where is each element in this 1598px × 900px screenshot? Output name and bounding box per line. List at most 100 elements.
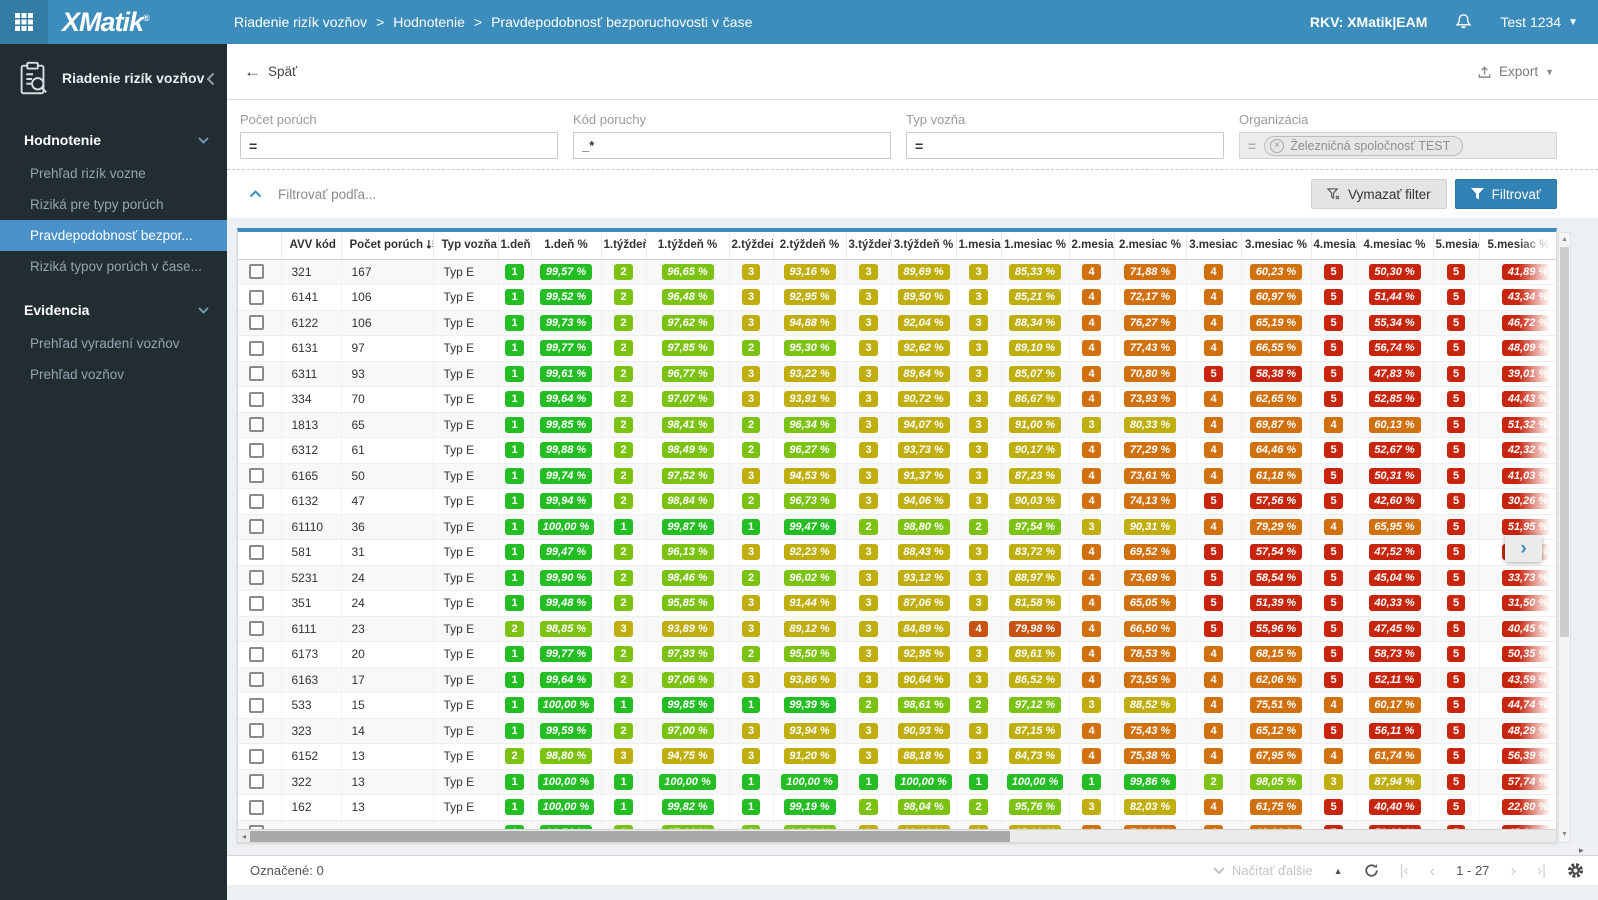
table-row[interactable]: 351 24 Typ E 1 99,48 % 2 95,85 % 3 91,44 % 3 87,06… (238, 590, 1556, 617)
table-row[interactable]: 6173 20 Typ E 1 99,77 % 2 97,93 % 2 95,50 % 3 92,9… (238, 641, 1556, 668)
table-row[interactable]: 5231 24 Typ E 1 99,90 % 2 98,46 % 2 96,02 % 3 93,1… (238, 565, 1556, 591)
column-header[interactable]: 2.týždeň (729, 232, 774, 260)
row-checkbox[interactable] (249, 672, 264, 688)
first-page-button[interactable]: |‹ (1400, 863, 1409, 878)
next-page-button[interactable]: › (1510, 862, 1516, 879)
table-row[interactable]: 581 31 Typ E 1 99,47 % 2 96,13 % 3 92,23 % 3 88,43… (238, 539, 1556, 566)
table-row[interactable]: 6111 23 Typ E 2 98,85 % 3 93,89 % 3 89,12 % 3 84,8… (238, 616, 1556, 642)
settings-gear-icon[interactable] (1567, 862, 1584, 879)
row-checkbox[interactable] (249, 697, 264, 713)
collapse-filters-icon[interactable] (249, 190, 262, 198)
filter-by-label[interactable]: Filtrovať podľa... (278, 187, 376, 202)
column-header[interactable]: 5.mesiac (1433, 232, 1480, 260)
row-checkbox[interactable] (249, 519, 264, 535)
column-header[interactable]: 1.týždeň (601, 232, 647, 260)
filter-input[interactable]: _* (573, 132, 891, 159)
export-button[interactable]: Export ▼ (1477, 64, 1554, 79)
row-checkbox[interactable] (249, 289, 264, 305)
scroll-left-arrow-icon[interactable]: ◂ (238, 830, 250, 842)
row-checkbox[interactable] (249, 391, 264, 407)
filter-input[interactable]: = (240, 132, 558, 159)
refresh-icon[interactable] (1364, 863, 1379, 878)
scroll-columns-right-button[interactable]: › (1505, 535, 1542, 562)
row-checkbox[interactable] (249, 646, 264, 662)
column-header[interactable]: 1.deň % (531, 232, 602, 260)
clear-filter-button[interactable]: Vymazať filter (1311, 179, 1447, 209)
row-checkbox[interactable] (249, 493, 264, 509)
table-row[interactable]: 323 14 Typ E 1 99,59 % 2 97,00 % 3 93,94 % 3 90,93… (238, 718, 1556, 744)
row-checkbox[interactable] (249, 748, 264, 764)
table-row[interactable]: 321 167 Typ E 1 99,57 % 2 96,65 % 3 93,16 % 3 89,6… (238, 259, 1556, 285)
column-header[interactable]: 2.týždeň % (773, 232, 847, 260)
breadcrumb-item[interactable]: Hodnotenie (393, 14, 465, 30)
column-header[interactable]: 2.mesiac (1069, 232, 1115, 260)
row-checkbox[interactable] (249, 417, 264, 433)
column-header[interactable]: 5.mesiac % (1479, 232, 1556, 260)
column-header[interactable]: 3.týždeň % (891, 232, 957, 260)
sidebar-item[interactable]: Prehľad vozňov (0, 359, 227, 390)
row-checkbox[interactable] (249, 366, 264, 382)
sidebar-item[interactable]: Prehľad rizík vozne (0, 158, 227, 189)
vertical-scrollbar[interactable]: ▲ ▼ (1558, 232, 1571, 843)
row-checkbox[interactable] (249, 570, 264, 586)
table-row[interactable]: 334 70 Typ E 1 99,64 % 2 97,07 % 3 93,91 % 3 90,72… (238, 386, 1556, 413)
table-row[interactable]: 6122 106 Typ E 1 99,73 % 2 97,62 % 3 94,88 % 3 92,… (238, 310, 1556, 336)
sidebar-section-header[interactable]: Evidencia (0, 282, 227, 328)
sidebar-item[interactable]: Pravdepodobnosť bezpor... (0, 220, 227, 251)
sidebar-item[interactable]: Riziká typov porúch v čase... (0, 251, 227, 282)
filter-input[interactable]: = (906, 132, 1224, 159)
table-row[interactable]: 6312 61 Typ E 1 99,88 % 2 98,49 % 2 96,27 % 3 93,7… (238, 437, 1556, 464)
apps-grid-icon[interactable] (0, 0, 48, 44)
column-header[interactable]: 1.deň (498, 232, 532, 260)
vertical-scrollbar-thumb[interactable] (1560, 247, 1569, 637)
column-header[interactable]: 3.mesiac % (1241, 232, 1312, 260)
table-row[interactable]: 322 13 Typ E 1 100,00 % 1 100,00 % 1 100,00 % 1 10… (238, 769, 1556, 795)
user-menu[interactable]: Test 1234 ▼ (1500, 14, 1578, 30)
sidebar-section-header[interactable]: Hodnotenie (0, 112, 227, 158)
previous-page-button[interactable]: ‹ (1430, 862, 1436, 879)
column-header[interactable]: 1.mesiac % (1001, 232, 1070, 260)
sidebar-collapse-icon[interactable] (206, 72, 215, 86)
column-header[interactable]: 3.týždeň (846, 232, 892, 260)
row-checkbox[interactable] (249, 774, 264, 790)
row-checkbox[interactable] (249, 315, 264, 331)
remove-chip-icon[interactable]: × (1270, 138, 1285, 153)
breadcrumb-item[interactable]: Riadenie rizík vozňov (234, 14, 367, 30)
column-header[interactable]: AVV kód (281, 232, 342, 260)
collapse-footer-icon[interactable]: ▲ (1334, 866, 1343, 876)
column-header[interactable]: Počet porúch (341, 232, 434, 260)
table-row[interactable]: 6131 97 Typ E 1 99,77 % 2 97,85 % 2 95,30 % 3 92,6… (238, 335, 1556, 362)
column-header[interactable]: 2.mesiac % (1114, 232, 1187, 260)
table-row[interactable]: 6132 47 Typ E 1 99,94 % 2 98,84 % 2 96,73 % 3 94,0… (238, 488, 1556, 515)
app-logo[interactable]: XMatik® (62, 7, 212, 38)
table-row[interactable]: 6152 13 Typ E 2 98,80 % 3 94,75 % 3 91,20 % 3 88,1… (238, 743, 1556, 770)
row-checkbox[interactable] (249, 621, 264, 637)
row-checkbox[interactable] (249, 595, 264, 611)
row-checkbox[interactable] (249, 264, 264, 280)
back-button[interactable]: ← Späť (244, 63, 297, 80)
column-header[interactable]: 1.týždeň % (646, 232, 730, 260)
row-checkbox[interactable] (249, 340, 264, 356)
table-row[interactable]: 162 13 Typ E 1 100,00 % 1 99,82 % 1 99,19 % 2 98,0… (238, 794, 1556, 821)
last-page-button[interactable]: ›| (1537, 863, 1546, 878)
horizontal-scrollbar-thumb[interactable] (250, 831, 1010, 842)
scroll-up-arrow-icon[interactable]: ▲ (1559, 235, 1570, 245)
sidebar-item[interactable]: Riziká pre typy porúch (0, 189, 227, 220)
column-header[interactable]: 4.mesiac % (1356, 232, 1434, 260)
sidebar-item[interactable]: Prehľad vyradení vozňov (0, 328, 227, 359)
table-row[interactable]: 61110 36 Typ E 1 100,00 % 1 99,87 % 1 99,47 % 2 98… (238, 514, 1556, 540)
column-header[interactable]: 3.mesiac (1186, 232, 1242, 260)
row-checkbox[interactable] (249, 799, 264, 815)
table-row[interactable]: 6141 106 Typ E 1 99,52 % 2 96,48 % 3 92,95 % 3 89,… (238, 284, 1556, 311)
column-header[interactable]: Typ vozňa (433, 232, 499, 260)
scroll-down-arrow-icon[interactable]: ▼ (1559, 830, 1570, 840)
load-more-button[interactable]: Načítať ďalšie (1213, 863, 1313, 878)
breadcrumb-item[interactable]: Pravdepodobnosť bezporuchovosti v čase (491, 14, 752, 30)
row-checkbox[interactable] (249, 723, 264, 739)
column-header[interactable]: 1.mesiac (956, 232, 1002, 260)
table-row[interactable]: 6165 50 Typ E 1 99,74 % 2 97,52 % 3 94,53 % 3 91,3… (238, 463, 1556, 489)
row-checkbox[interactable] (249, 442, 264, 458)
table-row[interactable]: 6163 17 Typ E 1 99,64 % 2 97,06 % 3 93,86 % 3 90,6… (238, 667, 1556, 693)
column-header[interactable]: 4.mesiac (1311, 232, 1357, 260)
row-checkbox[interactable] (249, 544, 264, 560)
